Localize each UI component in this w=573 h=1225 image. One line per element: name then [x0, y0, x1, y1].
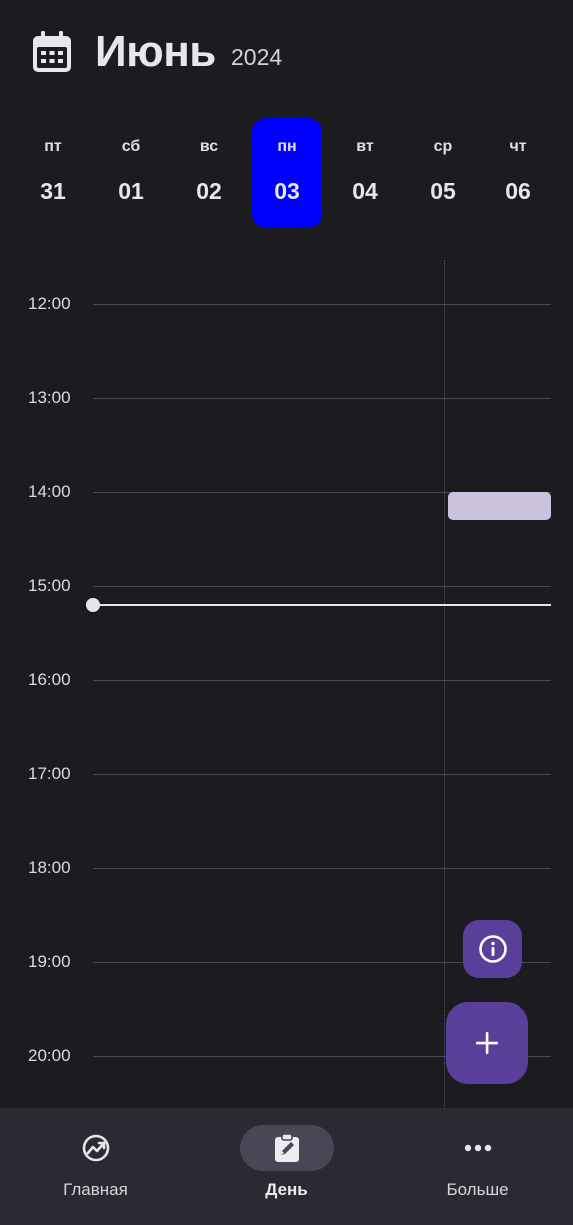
day-of-week: вс [199, 138, 219, 155]
current-time-dot [86, 598, 100, 612]
nav-icon-container [431, 1125, 525, 1171]
day-04[interactable]: вт 04 [330, 118, 400, 228]
hour-label: 14:00 [28, 482, 71, 501]
day-number: 02 [196, 178, 222, 204]
nav-icon-container [239, 1125, 334, 1171]
day-of-week: пн [277, 138, 297, 155]
hour-label: 16:00 [28, 670, 71, 689]
hour-gridline [93, 680, 551, 681]
nav-home[interactable]: Главная [0, 1108, 191, 1225]
nav-icon-container [49, 1125, 143, 1171]
hour-label: 12:00 [28, 294, 71, 313]
plus-icon [476, 1032, 498, 1054]
hour-gridline [93, 398, 551, 399]
hour-gridline [93, 774, 551, 775]
day-number: 01 [118, 178, 144, 204]
day-06[interactable]: чт 06 [483, 118, 553, 228]
day-02[interactable]: вс 02 [174, 118, 244, 228]
day-of-week: чт [509, 138, 527, 155]
info-icon [478, 935, 507, 963]
nav-day[interactable]: День [191, 1108, 382, 1225]
hour-label: 19:00 [28, 952, 71, 971]
event-block[interactable] [448, 492, 551, 520]
day-of-week: сб [121, 138, 141, 155]
chart-icon [82, 1134, 109, 1162]
hour-label: 20:00 [28, 1046, 71, 1065]
day-number: 03 [274, 178, 300, 204]
week-strip: пт 31 сб 01 вс 02 пн 03 вт 04 ср 05 чт 0… [0, 118, 573, 228]
day-timeline[interactable]: 12:00 13:00 14:00 15:00 16:00 17:00 18:0… [0, 250, 573, 1108]
day-05[interactable]: ср 05 [408, 118, 478, 228]
day-31[interactable]: пт 31 [18, 118, 88, 228]
header: Июнь 2024 [0, 0, 573, 110]
hour-label: 17:00 [28, 764, 71, 783]
day-of-week: вт [356, 138, 374, 155]
nav-label-more: Больше [446, 1180, 509, 1199]
column-divider [444, 260, 445, 1108]
day-of-week: пт [44, 138, 62, 155]
add-event-button[interactable] [446, 1002, 528, 1084]
hour-label: 18:00 [28, 858, 71, 877]
day-01[interactable]: сб 01 [96, 118, 166, 228]
more-horizontal-icon [464, 1144, 491, 1152]
day-number: 31 [40, 178, 66, 204]
nav-label-home: Главная [63, 1180, 128, 1199]
hour-gridline [93, 304, 551, 305]
day-number: 04 [352, 178, 378, 204]
nav-more[interactable]: Больше [382, 1108, 573, 1225]
hour-label: 15:00 [28, 576, 71, 595]
month-title: Июнь [95, 27, 216, 76]
day-number: 06 [505, 178, 531, 204]
info-button[interactable] [463, 920, 522, 978]
nav-label-day: День [265, 1180, 308, 1199]
current-time-line [93, 604, 551, 606]
calendar-icon [33, 31, 71, 72]
day-number: 05 [430, 178, 456, 204]
hour-label: 13:00 [28, 388, 71, 407]
hour-gridline [93, 868, 551, 869]
year-label: 2024 [231, 44, 283, 70]
edit-clipboard-icon [274, 1133, 299, 1162]
day-03-selected[interactable]: пн 03 [252, 118, 322, 228]
bottom-navigation: Главная День Больше [0, 1108, 573, 1225]
hour-gridline [93, 586, 551, 587]
day-of-week: ср [433, 138, 453, 155]
